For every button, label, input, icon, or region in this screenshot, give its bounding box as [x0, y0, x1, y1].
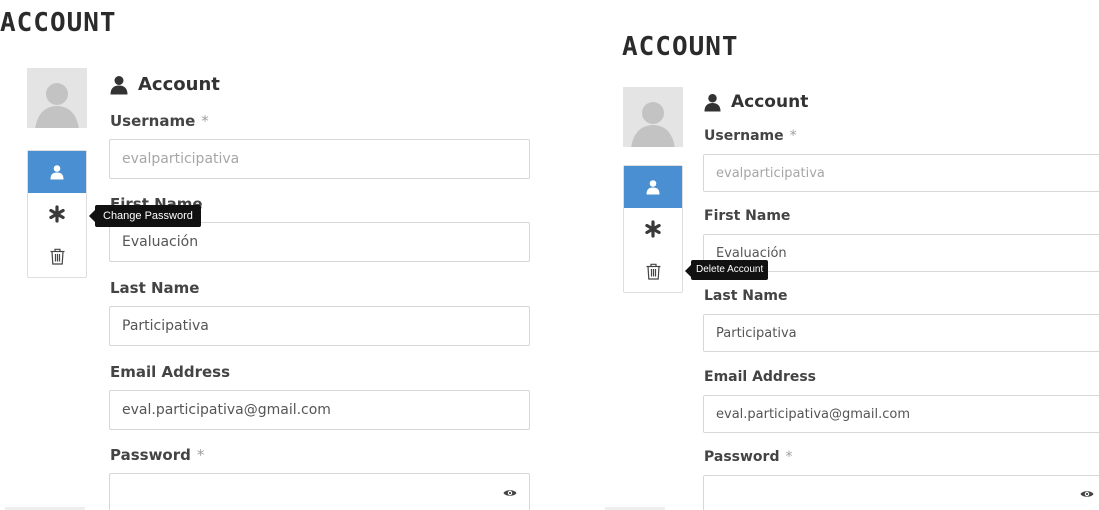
avatar — [27, 68, 87, 128]
last-name-input[interactable] — [703, 314, 1099, 352]
tooltip-change-password: Change Password — [89, 205, 201, 227]
email-input[interactable] — [703, 395, 1099, 433]
user-icon — [110, 75, 128, 94]
asterisk-icon — [49, 205, 65, 223]
side-nav — [623, 165, 683, 293]
eye-icon[interactable] — [503, 488, 517, 498]
nav-delete-account-button[interactable] — [28, 235, 86, 277]
asterisk-icon — [645, 220, 661, 238]
trash-icon — [50, 248, 64, 265]
last-name-input[interactable] — [109, 306, 530, 346]
last-name-label: Last Name — [110, 279, 200, 297]
section-title-text: Account — [731, 92, 809, 112]
account-panel-right: ACCOUNT Account Username * evalparticipa… — [600, 0, 1099, 510]
nav-account-button[interactable] — [28, 151, 86, 193]
tooltip-delete-account: Delete Account — [684, 260, 769, 280]
avatar-placeholder-icon — [35, 83, 79, 128]
user-icon — [50, 165, 64, 180]
user-icon — [704, 93, 721, 111]
username-input[interactable] — [109, 139, 530, 179]
side-nav — [27, 150, 87, 278]
password-label: Password * — [704, 449, 793, 465]
nav-change-password-button[interactable] — [28, 193, 86, 235]
nav-change-password-button[interactable] — [624, 208, 682, 250]
account-panel-left: ACCOUNT Account Username * evalparticipa… — [0, 0, 600, 510]
page-title: ACCOUNT — [0, 8, 117, 38]
section-title: Account — [704, 92, 808, 112]
email-label: Email Address — [704, 369, 817, 385]
section-title-text: Account — [138, 74, 220, 95]
password-input[interactable] — [703, 475, 1099, 510]
nav-account-button[interactable] — [624, 166, 682, 208]
user-icon — [646, 180, 660, 195]
email-input[interactable] — [109, 390, 530, 430]
username-input[interactable] — [703, 154, 1099, 192]
page-title: ACCOUNT — [622, 32, 739, 62]
section-title: Account — [110, 74, 220, 95]
nav-delete-account-button[interactable] — [624, 250, 682, 292]
first-name-input[interactable] — [109, 222, 530, 262]
last-name-label: Last Name — [704, 288, 788, 304]
first-name-label: First Name — [704, 208, 791, 224]
password-label: Password * — [110, 446, 205, 464]
avatar — [623, 87, 683, 147]
username-label: Username * — [110, 112, 209, 130]
avatar-placeholder-icon — [631, 102, 675, 147]
username-label: Username * — [704, 128, 797, 144]
password-input[interactable] — [109, 473, 530, 510]
email-label: Email Address — [110, 363, 231, 381]
eye-icon[interactable] — [1080, 489, 1094, 499]
trash-icon — [646, 263, 660, 280]
